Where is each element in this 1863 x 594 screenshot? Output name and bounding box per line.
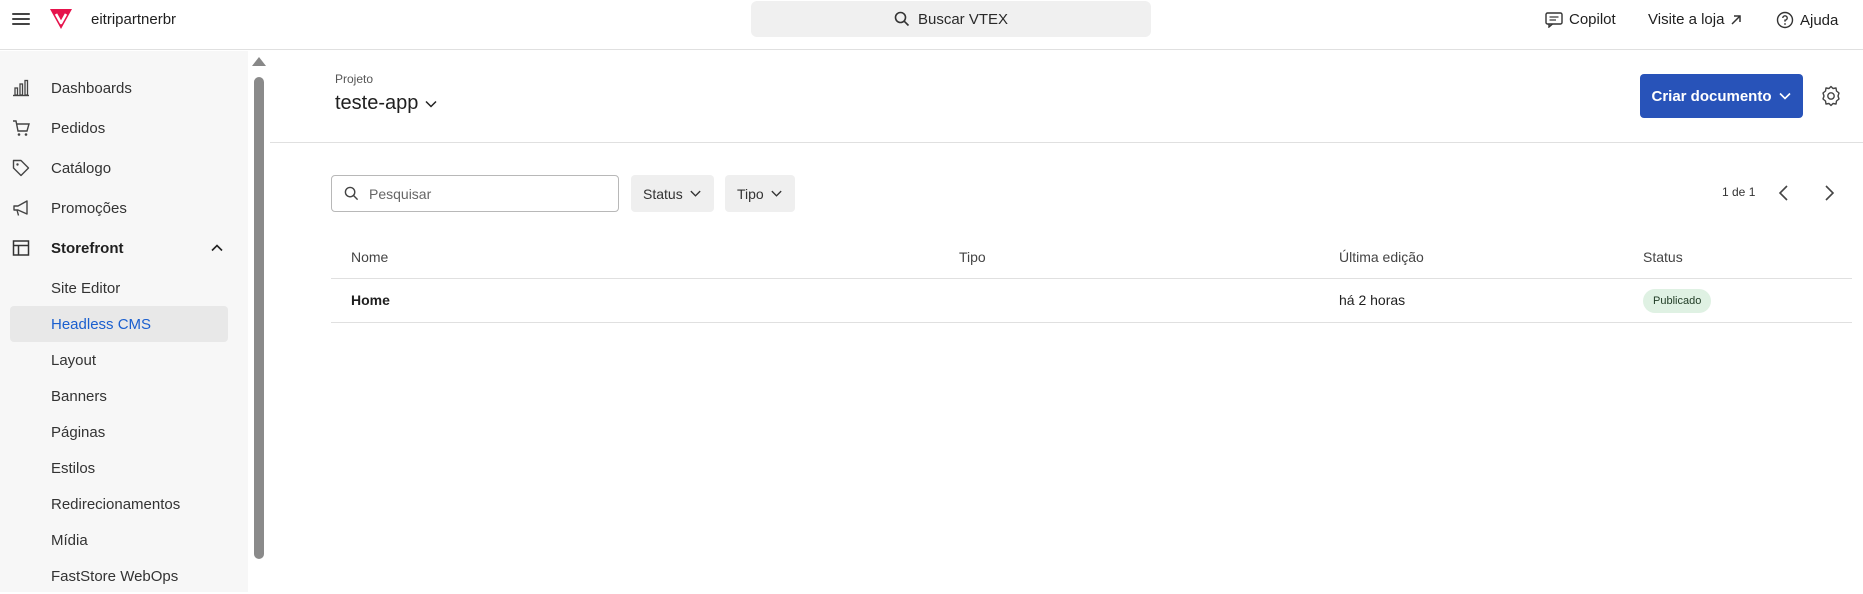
sidebar-item-catalogo[interactable]: Catálogo	[0, 152, 248, 184]
chevron-down-icon	[690, 190, 701, 197]
create-document-label: Criar documento	[1651, 87, 1772, 105]
sidebar-item-storefront[interactable]: Storefront	[0, 232, 248, 264]
column-header-last-edit[interactable]: Última edição	[1339, 249, 1424, 265]
column-header-name[interactable]: Nome	[351, 249, 388, 265]
sidebar-item-promocoes[interactable]: Promoções	[0, 192, 248, 224]
project-selector[interactable]: teste-app	[335, 92, 438, 115]
status-filter-label: Status	[643, 185, 683, 202]
chevron-up-icon[interactable]	[210, 241, 224, 255]
chevron-right-icon[interactable]	[1818, 182, 1840, 204]
sidebar-subitem-label: Redirecionamentos	[51, 495, 181, 513]
sidebar-subitem-label: Páginas	[51, 423, 106, 441]
sidebar-subitem-label: Mídia	[51, 531, 88, 549]
sidebar-subitem-redirecionamentos[interactable]: Redirecionamentos	[10, 486, 228, 522]
row-name[interactable]: Home	[351, 292, 390, 308]
search-icon	[894, 11, 910, 27]
sidebar-item-label: Promoções	[51, 199, 127, 217]
copilot-button[interactable]: Copilot	[1545, 11, 1616, 28]
sidebar-scrollbar[interactable]	[248, 51, 270, 592]
global-search-label: Buscar VTEX	[917, 10, 1009, 28]
cart-icon	[13, 120, 30, 136]
sidebar-item-pedidos[interactable]: Pedidos	[0, 112, 248, 144]
sidebar-item-label: Dashboards	[51, 79, 132, 97]
sidebar-subitem-label: FastStore WebOps	[51, 567, 179, 585]
sidebar-subitem-label: Estilos	[51, 459, 96, 477]
tag-icon	[12, 159, 30, 177]
account-name[interactable]: eitripartnerbr	[91, 11, 176, 28]
chevron-down-icon	[1778, 92, 1791, 100]
sidebar-subitem-label: Site Editor	[51, 279, 121, 297]
scrollbar-thumb[interactable]	[254, 77, 264, 559]
sidebar-subitem-site-editor[interactable]: Site Editor	[10, 270, 228, 306]
sidebar-subitem-label: Headless CMS	[51, 315, 152, 333]
header-divider	[270, 142, 1863, 143]
sidebar-subitem-label: Layout	[51, 351, 97, 369]
sidebar-subitem-faststore-webops[interactable]: FastStore WebOps	[10, 558, 228, 594]
chat-icon	[1545, 11, 1563, 28]
type-filter-button[interactable]: Tipo	[725, 175, 795, 212]
top-bar: eitripartnerbr Buscar VTEX Copilot Visit…	[0, 0, 1863, 50]
sidebar-item-dashboards[interactable]: Dashboards	[0, 72, 248, 104]
search-icon	[344, 186, 359, 201]
copilot-label: Copilot	[1569, 11, 1616, 28]
global-search-button[interactable]: Buscar VTEX	[751, 1, 1151, 37]
bar-chart-icon	[13, 79, 29, 97]
help-label: Ajuda	[1800, 11, 1839, 29]
pagination-text: 1 de 1	[1722, 185, 1756, 199]
type-filter-label: Tipo	[737, 185, 764, 202]
project-label: Projeto	[335, 72, 374, 86]
sidebar-subitem-paginas[interactable]: Páginas	[10, 414, 228, 450]
gear-icon[interactable]	[1820, 85, 1842, 107]
megaphone-icon	[13, 200, 28, 216]
visit-store-link[interactable]: Visite a loja	[1648, 11, 1743, 28]
chevron-down-icon	[425, 100, 437, 108]
table-row-divider	[331, 322, 1852, 323]
sidebar-subitem-midia[interactable]: Mídia	[10, 522, 228, 558]
document-search-input[interactable]	[369, 185, 599, 202]
menu-icon[interactable]	[12, 10, 30, 28]
scroll-up-arrow-icon[interactable]	[252, 57, 266, 66]
chevron-down-icon	[771, 190, 782, 197]
column-header-status[interactable]: Status	[1643, 249, 1683, 265]
sidebar-item-label: Catálogo	[51, 159, 112, 177]
sidebar-subitem-layout[interactable]: Layout	[10, 342, 228, 378]
document-search-field[interactable]	[331, 175, 619, 212]
vtex-logo[interactable]	[48, 7, 74, 31]
sidebar: Dashboards Pedidos Catálogo Promoções St…	[0, 51, 248, 592]
external-arrow-icon	[1731, 14, 1742, 25]
sidebar-item-label: Storefront	[51, 239, 124, 257]
status-filter-button[interactable]: Status	[631, 175, 714, 212]
sidebar-subitem-banners[interactable]: Banners	[10, 378, 228, 414]
project-name: teste-app	[335, 92, 419, 114]
sidebar-item-label: Pedidos	[51, 119, 106, 137]
sidebar-subitem-headless-cms[interactable]: Headless CMS	[10, 306, 228, 342]
chevron-left-icon[interactable]	[1773, 182, 1795, 204]
visit-store-label: Visite a loja	[1648, 11, 1725, 28]
status-badge: Publicado	[1643, 289, 1712, 313]
sidebar-subitem-estilos[interactable]: Estilos	[10, 450, 228, 486]
help-icon	[1776, 11, 1794, 29]
column-header-type[interactable]: Tipo	[959, 249, 986, 265]
table-row[interactable]: Home há 2 horas Publicado	[331, 279, 1852, 322]
help-button[interactable]: Ajuda	[1776, 11, 1838, 29]
sidebar-subitem-label: Banners	[51, 387, 107, 405]
row-last-edit: há 2 horas	[1339, 292, 1406, 308]
layout-icon	[12, 240, 30, 256]
create-document-button[interactable]: Criar documento	[1640, 74, 1803, 118]
